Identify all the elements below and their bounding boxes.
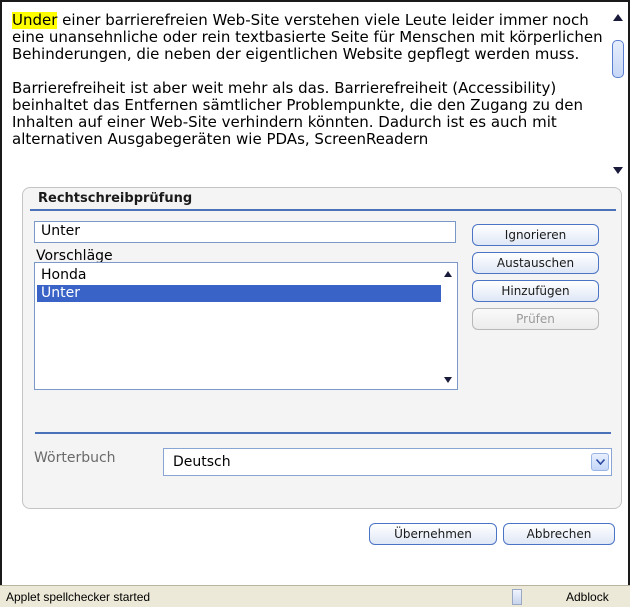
suggestions-list[interactable]: Honda Unter (34, 262, 458, 390)
dictionary-divider (35, 432, 611, 434)
dictionary-select[interactable]: Deutsch (163, 448, 612, 476)
panel-title-divider (30, 209, 616, 211)
list-scroll-down-icon[interactable] (444, 377, 452, 383)
status-text: Applet spellchecker started (6, 590, 151, 604)
apply-button[interactable]: Übernehmen (369, 523, 497, 545)
app-frame: Under einer barrierefreien Web-Site vers… (0, 0, 630, 606)
editor-paragraph-1: Under einer barrierefreien Web-Site vers… (12, 12, 612, 63)
misspelled-word-field[interactable]: Unter (34, 221, 456, 243)
cancel-button[interactable]: Abbrechen (503, 523, 615, 545)
dictionary-selected-value: Deutsch (173, 454, 231, 470)
check-button[interactable]: Prüfen (472, 308, 599, 330)
suggestion-item-unter[interactable]: Unter (37, 285, 441, 302)
misspelled-word-highlight[interactable]: Under (12, 12, 58, 29)
dictionary-label: Wörterbuch (34, 450, 116, 466)
document-editor[interactable]: Under einer barrierefreien Web-Site vers… (12, 12, 612, 180)
scrollbar-thumb[interactable] (612, 40, 624, 78)
scroll-up-arrow-icon[interactable] (613, 14, 623, 21)
list-scroll-up-icon[interactable] (444, 271, 452, 277)
scroll-down-arrow-icon[interactable] (613, 167, 623, 174)
editor-paragraph-2: Barrierefreiheit ist aber weit mehr als … (12, 79, 583, 148)
editor-paragraph-1-text: einer barrierefreien Web-Site verstehen … (12, 12, 603, 63)
status-bar: Applet spellchecker started Adblock (0, 585, 630, 607)
ignore-button[interactable]: Ignorieren (472, 224, 599, 246)
editor-scrollbar[interactable] (611, 14, 625, 174)
adblock-status[interactable]: Adblock (566, 590, 609, 604)
chevron-down-icon[interactable] (591, 453, 609, 471)
panel-title: Rechtschreibprüfung (38, 191, 193, 206)
suggestion-item-honda[interactable]: Honda (37, 267, 441, 284)
status-panel-icon (512, 589, 522, 605)
replace-button[interactable]: Austauschen (472, 252, 599, 274)
add-to-dictionary-button[interactable]: Hinzufügen (472, 280, 599, 302)
